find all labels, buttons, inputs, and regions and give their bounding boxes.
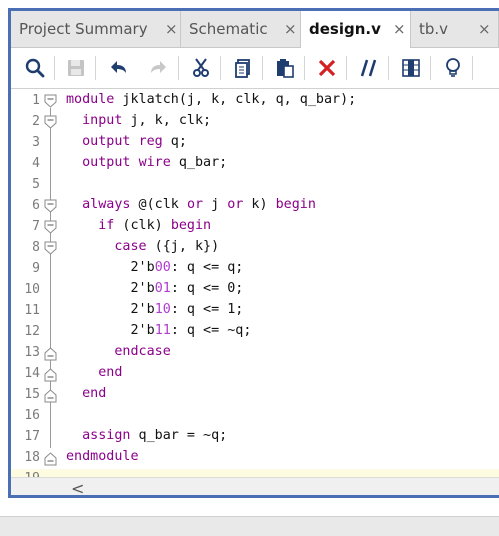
tab-label: Schematic	[189, 20, 268, 38]
editor-toolbar	[11, 48, 499, 89]
tab-label: tb.v	[419, 20, 449, 38]
code-line[interactable]: 4 output wire q_bar;	[11, 154, 499, 175]
code-text: input j, k, clk;	[82, 113, 212, 128]
code-text: always @(clk or j or k) begin	[82, 197, 316, 212]
line-number: 1	[32, 93, 40, 108]
fold-collapse-icon[interactable]	[44, 241, 57, 256]
code-line[interactable]: 18 endmodule	[11, 448, 499, 469]
fold-end-icon	[44, 451, 57, 466]
editor-window: Project Summary × Schematic × design.v ×…	[8, 8, 499, 498]
code-line[interactable]: 16	[11, 406, 499, 427]
code-line[interactable]: 1 module jklatch(j, k, clk, q, q_bar);	[11, 91, 499, 112]
code-text: end	[82, 386, 107, 401]
line-number: 9	[32, 261, 40, 276]
undo-icon[interactable]	[107, 57, 129, 79]
code-line[interactable]: 9 2'b00: q <= q;	[11, 259, 499, 280]
line-number: 4	[32, 156, 40, 171]
code-line[interactable]: 11 2'b10: q <= 1;	[11, 301, 499, 322]
redo-icon[interactable]	[148, 57, 170, 79]
close-icon[interactable]: ×	[478, 20, 491, 38]
code-line[interactable]: 5	[11, 175, 499, 196]
tab-bar: Project Summary × Schematic × design.v ×…	[11, 11, 499, 48]
code-text: assign q_bar = ~q;	[82, 428, 228, 443]
line-number: 16	[24, 408, 40, 423]
code-line[interactable]: 13 endcase	[11, 343, 499, 364]
line-number: 5	[32, 177, 40, 192]
tab-project-summary[interactable]: Project Summary ×	[11, 11, 181, 47]
fold-end-icon	[44, 367, 57, 382]
search-icon[interactable]	[24, 57, 46, 79]
code-line[interactable]: 14 end	[11, 364, 499, 385]
line-number: 3	[32, 135, 40, 150]
line-number: 18	[24, 450, 40, 465]
line-number: 6	[32, 198, 40, 213]
code-line[interactable]: 17 assign q_bar = ~q;	[11, 427, 499, 448]
close-icon[interactable]: ×	[165, 20, 178, 38]
code-line[interactable]: 19	[11, 469, 499, 477]
line-number: 15	[24, 387, 40, 402]
line-number: 10	[24, 282, 40, 297]
code-text: end	[98, 365, 123, 380]
line-number: 11	[24, 303, 40, 318]
fold-collapse-icon[interactable]	[44, 220, 57, 235]
code-text: 2'b10: q <= 1;	[66, 302, 244, 317]
code-text: output reg q;	[82, 134, 187, 149]
fold-end-icon	[44, 388, 57, 403]
tab-design-v[interactable]: design.v ×	[301, 11, 411, 48]
code-editor[interactable]: 1 module jklatch(j, k, clk, q, q_bar); 2 i…	[11, 89, 499, 477]
column-select-icon[interactable]	[400, 57, 422, 79]
code-text: output wire q_bar;	[82, 155, 228, 170]
fold-collapse-icon[interactable]	[44, 199, 57, 214]
code-text: endcase	[114, 344, 171, 359]
code-line[interactable]: 15 end	[11, 385, 499, 406]
fold-collapse-icon[interactable]	[44, 94, 57, 109]
cut-icon[interactable]	[190, 57, 212, 79]
code-text: 2'b11: q <= ~q;	[66, 323, 252, 338]
line-number: 8	[32, 240, 40, 255]
close-icon[interactable]: ×	[393, 20, 406, 38]
code-text: endmodule	[66, 449, 139, 464]
code-line[interactable]: 2 input j, k, clk;	[11, 112, 499, 133]
comment-icon[interactable]	[358, 57, 380, 79]
tab-label: Project Summary	[19, 20, 148, 38]
close-icon[interactable]: ×	[284, 20, 297, 38]
line-number: 7	[32, 219, 40, 234]
code-line[interactable]: 8 case ({j, k})	[11, 238, 499, 259]
delete-icon[interactable]	[316, 57, 338, 79]
line-number: 2	[32, 114, 40, 129]
code-line[interactable]: 3 output reg q;	[11, 133, 499, 154]
paste-icon[interactable]	[274, 57, 296, 79]
status-bar	[0, 516, 499, 536]
fold-collapse-icon[interactable]	[44, 115, 57, 130]
line-number: 13	[24, 345, 40, 360]
tab-schematic[interactable]: Schematic ×	[181, 11, 301, 47]
code-text: if (clk) begin	[98, 218, 212, 233]
code-line[interactable]: 6 always @(clk or j or k) begin	[11, 196, 499, 217]
copy-icon[interactable]	[232, 57, 254, 79]
code-text: module jklatch(j, k, clk, q, q_bar);	[66, 92, 357, 107]
line-number: 17	[24, 429, 40, 444]
fold-end-icon	[44, 346, 57, 361]
code-line[interactable]: 12 2'b11: q <= ~q;	[11, 322, 499, 343]
code-text: 2'b00: q <= q;	[66, 260, 244, 275]
line-number: 12	[24, 324, 40, 339]
lightbulb-icon[interactable]	[442, 57, 464, 79]
code-line[interactable]: 7 if (clk) begin	[11, 217, 499, 238]
horizontal-scrollbar[interactable]: <	[11, 477, 499, 495]
code-line[interactable]: 10 2'b01: q <= 0;	[11, 280, 499, 301]
tab-tb-v[interactable]: tb.v ×	[411, 11, 499, 47]
scroll-left-icon[interactable]: <	[71, 479, 84, 495]
save-icon[interactable]	[65, 57, 87, 79]
tab-label: design.v	[309, 20, 381, 38]
code-text: 2'b01: q <= 0;	[66, 281, 244, 296]
line-number: 14	[24, 366, 40, 381]
code-text: case ({j, k})	[114, 239, 220, 254]
